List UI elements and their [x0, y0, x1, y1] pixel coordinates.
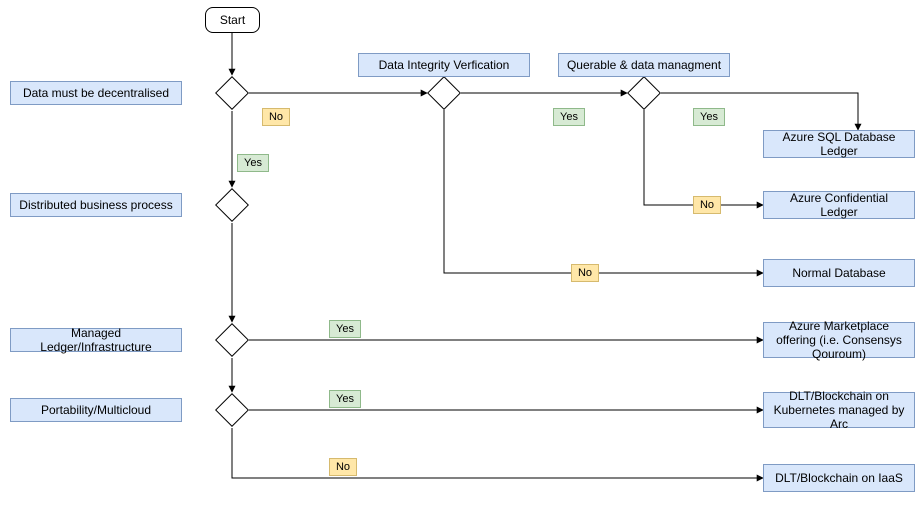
- decision-querable-diamond: [627, 76, 661, 110]
- outcome-kubernetes-arc-label: DLT/Blockchain on Kubernetes managed by …: [770, 389, 908, 431]
- flowchart-canvas: Start Data must be decentralised Distrib…: [0, 0, 921, 511]
- outcome-normal-database-label: Normal Database: [792, 266, 885, 280]
- edge-label-yes: Yes: [693, 108, 725, 126]
- edge-label-no: No: [262, 108, 290, 126]
- decision-managed-diamond: [215, 323, 249, 357]
- question-distributed: Distributed business process: [10, 193, 182, 217]
- outcome-marketplace: Azure Marketplace offering (i.e. Consens…: [763, 322, 915, 358]
- question-distributed-label: Distributed business process: [19, 198, 172, 212]
- edge-label-yes: Yes: [329, 320, 361, 338]
- outcome-kubernetes-arc: DLT/Blockchain on Kubernetes managed by …: [763, 392, 915, 428]
- outcome-sql-ledger-label: Azure SQL Database Ledger: [770, 130, 908, 158]
- question-decentralised: Data must be decentralised: [10, 81, 182, 105]
- outcome-confidential-ledger-label: Azure Confidential Ledger: [770, 191, 908, 219]
- outcome-iaas-label: DLT/Blockchain on IaaS: [775, 471, 903, 485]
- question-managed-label: Managed Ledger/Infrastructure: [17, 326, 175, 354]
- question-querable-label: Querable & data managment: [567, 58, 721, 72]
- question-managed: Managed Ledger/Infrastructure: [10, 328, 182, 352]
- outcome-sql-ledger: Azure SQL Database Ledger: [763, 130, 915, 158]
- start-node: Start: [205, 7, 260, 33]
- question-data-integrity: Data Integrity Verfication: [358, 53, 530, 77]
- edge-label-no: No: [329, 458, 357, 476]
- decision-decentralised-diamond: [215, 76, 249, 110]
- edge-label-no: No: [571, 264, 599, 282]
- question-querable: Querable & data managment: [558, 53, 730, 77]
- decision-data-integrity-diamond: [427, 76, 461, 110]
- question-portability-label: Portability/Multicloud: [41, 403, 151, 417]
- edge-label-yes: Yes: [553, 108, 585, 126]
- decision-distributed-diamond: [215, 188, 249, 222]
- question-decentralised-label: Data must be decentralised: [23, 86, 169, 100]
- decision-portability-diamond: [215, 393, 249, 427]
- edge-label-yes: Yes: [329, 390, 361, 408]
- outcome-iaas: DLT/Blockchain on IaaS: [763, 464, 915, 492]
- edge-label-yes: Yes: [237, 154, 269, 172]
- outcome-confidential-ledger: Azure Confidential Ledger: [763, 191, 915, 219]
- question-data-integrity-label: Data Integrity Verfication: [379, 58, 510, 72]
- edge-label-no: No: [693, 196, 721, 214]
- question-portability: Portability/Multicloud: [10, 398, 182, 422]
- outcome-marketplace-label: Azure Marketplace offering (i.e. Consens…: [770, 319, 908, 361]
- start-label: Start: [220, 13, 245, 27]
- outcome-normal-database: Normal Database: [763, 259, 915, 287]
